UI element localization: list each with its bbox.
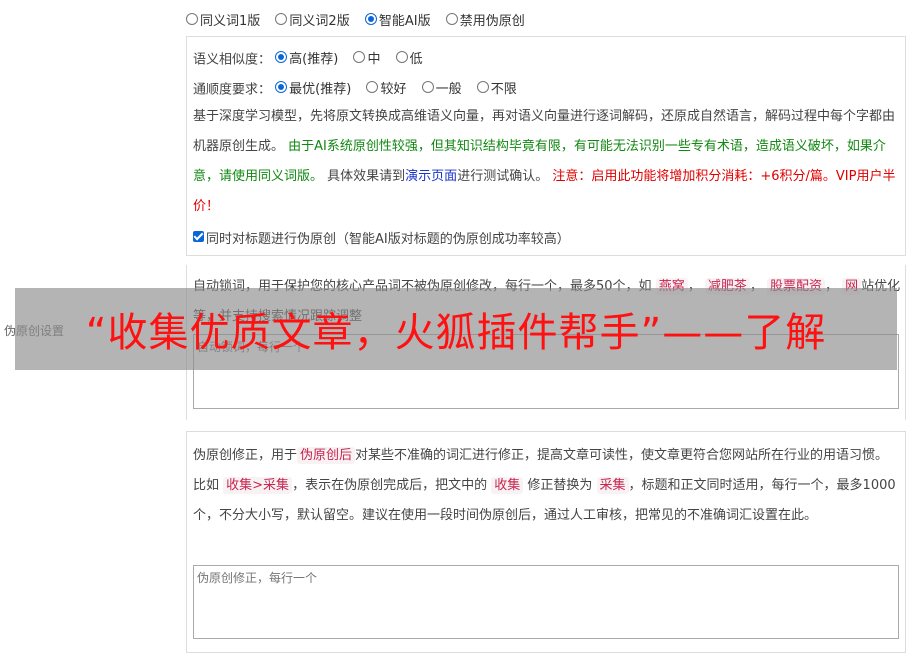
version-option-synonym1[interactable]: 同义词1版 [186, 10, 260, 29]
version-option-synonym2[interactable]: 同义词2版 [275, 10, 350, 29]
radio-icon[interactable] [476, 80, 489, 93]
fluency-option-best[interactable]: 最优(推荐) [275, 78, 351, 97]
radio-icon[interactable] [421, 80, 434, 93]
radio-icon[interactable] [364, 12, 377, 25]
fluency-option-good[interactable]: 较好 [366, 78, 406, 97]
radio-icon[interactable] [186, 12, 198, 25]
correction-panel: 伪原创修正，用于 伪原创后 对某些不准确的词汇进行修正，提高文章可读性，使文章更符合… [186, 431, 906, 653]
fluency-row: 通顺度要求： 最优(推荐) 较好 一般 不限 [193, 78, 528, 98]
demo-page-link[interactable]: 演示页面 [405, 169, 457, 184]
radio-icon[interactable] [353, 50, 366, 63]
promo-banner: “收集优质文章，火狐插件帮手”——了解 [15, 288, 897, 370]
radio-icon[interactable] [395, 50, 408, 63]
similarity-option-medium[interactable]: 中 [353, 48, 380, 67]
promo-banner-text: “收集优质文章，火狐插件帮手”——了解 [85, 310, 827, 356]
fluency-label: 通顺度要求： [193, 82, 272, 98]
checkbox-icon[interactable] [193, 231, 204, 242]
correction-description: 伪原创修正，用于 伪原创后 对某些不准确的词汇进行修正，提高文章可读性，使文章更符合… [193, 447, 896, 523]
ai-settings-panel: 语义相似度： 高(推荐) 中 低 通顺度要求： 最优(推荐) 较好 一般 不限 … [186, 36, 906, 256]
ai-description: 基于深度学习模型，先将原文转换成高维语义向量，再对语义向量进行逐词解码，还原成自… [193, 109, 896, 214]
radio-icon[interactable] [275, 80, 288, 93]
fluency-option-normal[interactable]: 一般 [421, 78, 462, 97]
radio-icon[interactable] [275, 50, 288, 63]
radio-icon[interactable] [366, 80, 379, 93]
radio-icon[interactable] [445, 12, 458, 25]
fluency-option-unlimited[interactable]: 不限 [476, 78, 517, 97]
similarity-option-high[interactable]: 高(推荐) [275, 48, 338, 67]
version-radio-group: 同义词1版 同义词2版 智能AI版 禁用伪原创 [186, 10, 536, 30]
similarity-option-low[interactable]: 低 [395, 48, 423, 67]
similarity-row: 语义相似度： 高(推荐) 中 低 [193, 48, 434, 68]
version-option-ai[interactable]: 智能AI版 [364, 10, 431, 29]
version-option-disable[interactable]: 禁用伪原创 [445, 10, 525, 29]
similarity-label: 语义相似度： [193, 52, 272, 68]
correction-input[interactable] [193, 565, 899, 639]
radio-icon[interactable] [275, 12, 288, 25]
title-rewrite-checkbox[interactable]: 同时对标题进行伪原创（智能AI版对标题的伪原创成功率较高） [193, 228, 570, 247]
